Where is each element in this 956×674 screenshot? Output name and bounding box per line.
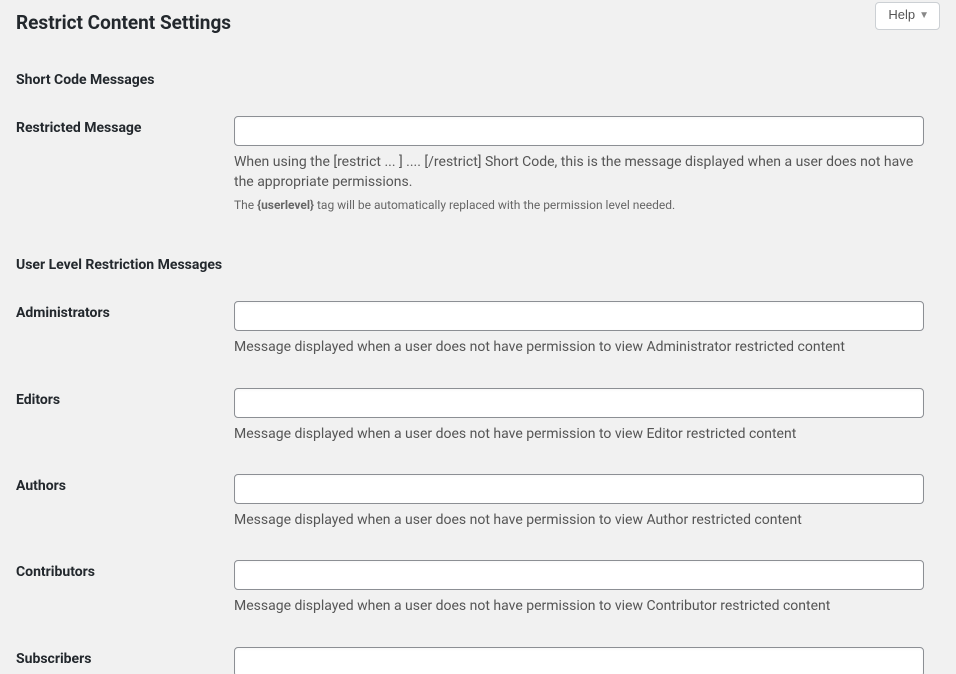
section-heading-shortcode: Short Code Messages — [16, 72, 940, 88]
administrators-label: Administrators — [16, 301, 234, 321]
subscribers-input[interactable] — [234, 647, 924, 674]
contributors-help: Message displayed when a user does not h… — [234, 596, 924, 616]
restricted-message-help: When using the [restrict ... ] .... [/re… — [234, 152, 924, 193]
editors-label: Editors — [16, 388, 234, 408]
contributors-label: Contributors — [16, 560, 234, 580]
help-button-label: Help — [888, 7, 915, 24]
administrators-input[interactable] — [234, 301, 924, 331]
page-title: Restrict Content Settings — [16, 0, 940, 34]
help-button[interactable]: Help ▼ — [875, 2, 940, 30]
contributors-input[interactable] — [234, 560, 924, 590]
administrators-help: Message displayed when a user does not h… — [234, 337, 924, 357]
editors-help: Message displayed when a user does not h… — [234, 424, 924, 444]
restricted-message-label: Restricted Message — [16, 116, 234, 136]
authors-input[interactable] — [234, 474, 924, 504]
restricted-message-input[interactable] — [234, 116, 924, 146]
restricted-message-help-tag: The {userlevel} tag will be automaticall… — [234, 197, 924, 214]
editors-input[interactable] — [234, 388, 924, 418]
chevron-down-icon: ▼ — [919, 9, 929, 22]
authors-help: Message displayed when a user does not h… — [234, 510, 924, 530]
authors-label: Authors — [16, 474, 234, 494]
section-heading-userlevel: User Level Restriction Messages — [16, 257, 940, 273]
subscribers-label: Subscribers — [16, 647, 234, 667]
